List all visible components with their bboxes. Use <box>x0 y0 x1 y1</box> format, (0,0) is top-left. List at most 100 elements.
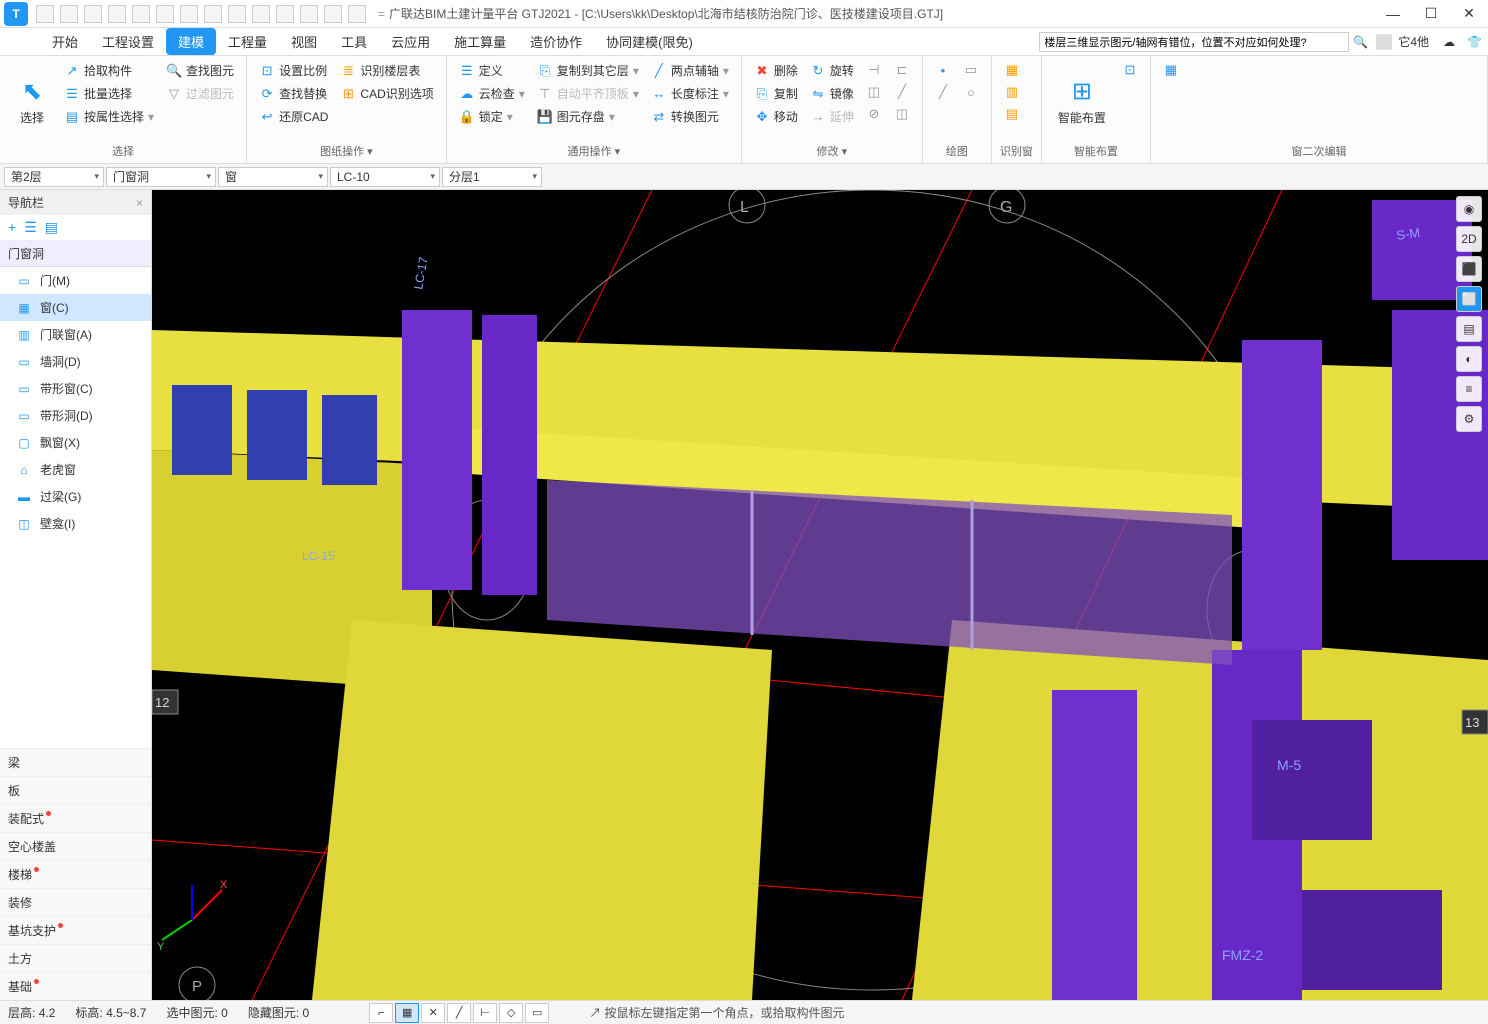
delete[interactable]: ✖删除 <box>750 60 802 81</box>
sidebar-category[interactable]: 梁 <box>0 748 151 776</box>
menu-pricing[interactable]: 造价协作 <box>518 28 594 55</box>
snap-rect[interactable]: ▭ <box>525 1003 549 1023</box>
3d-view[interactable]: ⬜ <box>1456 286 1482 312</box>
sidebar-item[interactable]: ▬过梁(G) <box>0 483 151 510</box>
sidebar-item[interactable]: ◫壁龛(I) <box>0 510 151 537</box>
sidebar-item[interactable]: ▦窗(C) <box>0 294 151 321</box>
sidebar-item[interactable]: ▭带形窗(C) <box>0 375 151 402</box>
mirror[interactable]: ⇋镜像 <box>806 83 858 104</box>
cad-options[interactable]: ⊞CAD识别选项 <box>336 83 437 104</box>
menu-project-settings[interactable]: 工程设置 <box>90 28 166 55</box>
sidebar-category[interactable]: 基础 <box>0 972 151 1000</box>
select-tool[interactable]: ⬉ 选择 <box>8 60 56 141</box>
cloud-icon[interactable]: ☁ <box>1443 35 1455 49</box>
sidebar-item[interactable]: ▢飘窗(X) <box>0 429 151 456</box>
qat-btn[interactable] <box>300 5 318 23</box>
find-replace[interactable]: ⟳查找替换 <box>255 83 332 104</box>
recover-cad[interactable]: ↩还原CAD <box>255 106 332 127</box>
category-dropdown[interactable]: 门窗洞 <box>106 167 216 187</box>
iso-view[interactable]: ⬛ <box>1456 256 1482 282</box>
sidebar-category[interactable]: 基坑支护 <box>0 916 151 944</box>
trim[interactable]: ⊣ <box>862 60 886 80</box>
qat-btn[interactable] <box>348 5 366 23</box>
menu-construction[interactable]: 施工算量 <box>442 28 518 55</box>
auto-align[interactable]: ⊤自动平齐顶板 ▾ <box>533 83 643 104</box>
qat-btn[interactable] <box>228 5 246 23</box>
close-button[interactable]: ✕ <box>1454 4 1484 24</box>
help-search-input[interactable] <box>1039 32 1349 52</box>
menu-cloud[interactable]: 云应用 <box>379 28 442 55</box>
tool-b[interactable]: ╱ <box>890 82 914 102</box>
qat-btn[interactable] <box>156 5 174 23</box>
two-point-axis[interactable]: ╱两点辅轴 ▾ <box>647 60 733 81</box>
maximize-button[interactable]: ☐ <box>1416 4 1446 24</box>
qat-btn[interactable] <box>204 5 222 23</box>
user-info[interactable]: 它4他 <box>1376 33 1429 50</box>
tool-c[interactable]: ◫ <box>890 104 914 124</box>
extend[interactable]: →延伸 <box>806 106 858 127</box>
rec-a[interactable]: ▦ <box>1000 60 1024 80</box>
element-save[interactable]: 💾图元存盘 ▾ <box>533 106 643 127</box>
filter-element[interactable]: ▽过滤图元 <box>162 83 238 104</box>
menu-tools[interactable]: 工具 <box>329 28 379 55</box>
rec-b[interactable]: ▥ <box>1000 82 1024 102</box>
add-icon[interactable]: + <box>8 219 16 236</box>
section-view[interactable]: ▤ <box>1456 316 1482 342</box>
offset[interactable]: ◫ <box>862 82 886 102</box>
snap-cross[interactable]: ✕ <box>421 1003 445 1023</box>
floor-dropdown[interactable]: 第2层 <box>4 167 104 187</box>
batch-select[interactable]: ☰批量选择 <box>60 83 158 104</box>
layer-dropdown[interactable]: 分层1 <box>442 167 542 187</box>
recognize-floors[interactable]: ≣识别楼层表 <box>336 60 437 81</box>
close-icon[interactable]: × <box>136 196 143 210</box>
skin-icon[interactable]: 👕 <box>1467 35 1482 49</box>
minimize-button[interactable]: — <box>1378 4 1408 24</box>
layers-view[interactable]: ≡ <box>1456 376 1482 402</box>
menu-modeling[interactable]: 建模 <box>166 28 216 55</box>
snap-ext[interactable]: ⊢ <box>473 1003 497 1023</box>
3d-viewport[interactable]: L G 12 13 P M-5 FMZ-2 S-M LC-15 LC-17 X … <box>152 190 1488 1000</box>
qat-btn[interactable] <box>276 5 294 23</box>
nav-section[interactable]: 门窗洞 <box>0 241 151 267</box>
snap-grid[interactable]: ▦ <box>395 1003 419 1023</box>
convert-element[interactable]: ⇄转换图元 <box>647 106 733 127</box>
code-dropdown[interactable]: LC-10 <box>330 167 440 187</box>
find-element[interactable]: 🔍查找图元 <box>162 60 238 81</box>
copy[interactable]: ⎘复制 <box>750 83 802 104</box>
rec-c[interactable]: ▤ <box>1000 104 1024 124</box>
sidebar-category[interactable]: 楼梯 <box>0 860 151 888</box>
smart-a[interactable]: ⊡ <box>1118 60 1142 80</box>
qat-btn[interactable] <box>36 5 54 23</box>
pick-component[interactable]: ↗拾取构件 <box>60 60 158 81</box>
menu-start[interactable]: 开始 <box>40 28 90 55</box>
sidebar-item[interactable]: ▭带形洞(D) <box>0 402 151 429</box>
qat-btn[interactable] <box>84 5 102 23</box>
rotate[interactable]: ↻旋转 <box>806 60 858 81</box>
lock[interactable]: 🔒锁定 ▾ <box>455 106 529 127</box>
move[interactable]: ✥移动 <box>750 106 802 127</box>
cloud-check[interactable]: ☁云检查 ▾ <box>455 83 529 104</box>
tool-a[interactable]: ⊏ <box>890 60 914 80</box>
sidebar-category[interactable]: 土方 <box>0 944 151 972</box>
snap-line[interactable]: ╱ <box>447 1003 471 1023</box>
sidebar-category[interactable]: 装修 <box>0 888 151 916</box>
qat-btn[interactable] <box>132 5 150 23</box>
point[interactable]: • <box>931 60 955 80</box>
compass-icon[interactable]: ◉ <box>1456 196 1482 222</box>
snap-endpoint[interactable]: ⌐ <box>369 1003 393 1023</box>
list-icon[interactable]: ☰ <box>24 219 37 236</box>
qat-btn[interactable] <box>324 5 342 23</box>
sidebar-item[interactable]: ⌂老虎窗 <box>0 456 151 483</box>
qat-btn[interactable] <box>60 5 78 23</box>
snap-near[interactable]: ◇ <box>499 1003 523 1023</box>
set-scale[interactable]: ⊡设置比例 <box>255 60 332 81</box>
qat-btn[interactable] <box>180 5 198 23</box>
break[interactable]: ⊘ <box>862 104 886 124</box>
settings-view[interactable]: ⚙ <box>1456 406 1482 432</box>
qat-btn[interactable] <box>108 5 126 23</box>
define[interactable]: ☰定义 <box>455 60 529 81</box>
edit2-a[interactable]: ▦ <box>1159 60 1183 80</box>
menu-view[interactable]: 视图 <box>279 28 329 55</box>
2d-view[interactable]: 2D <box>1456 226 1482 252</box>
select-by-property[interactable]: ▤按属性选择 ▾ <box>60 106 158 127</box>
